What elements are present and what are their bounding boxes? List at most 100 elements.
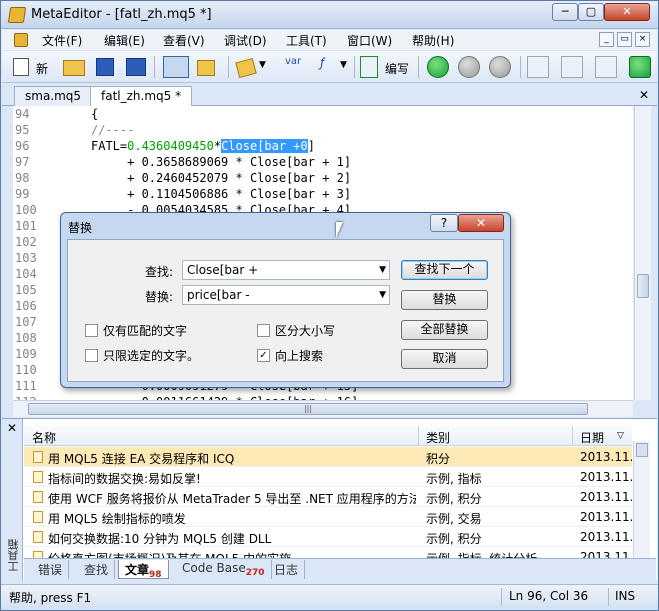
help-button[interactable]: ?: [430, 214, 458, 232]
tab-label: 文章: [125, 563, 150, 577]
title-bar[interactable]: MetaEditor - [fatl_zh.mq5 *] ─ ▢ ✕: [1, 1, 658, 29]
menu-file[interactable]: 文件(F): [42, 32, 82, 49]
article-icon: [33, 471, 43, 483]
selection-only-label[interactable]: 只限选定的文字。: [103, 347, 199, 364]
table-row[interactable]: 如何交换数据:10 分钟为 MQL5 创建 DLL 示例, 积分 2013.11..…: [24, 527, 632, 547]
pause-icon[interactable]: [458, 56, 480, 78]
step-over-icon[interactable]: [561, 56, 583, 78]
toolbox-tab[interactable]: Code Base270: [176, 560, 272, 579]
replace-input[interactable]: price[bar - ▼: [182, 285, 390, 305]
run-to-cursor-icon[interactable]: [629, 56, 651, 78]
code-line[interactable]: {: [91, 107, 98, 121]
maximize-button[interactable]: ▢: [578, 3, 604, 21]
compile-label[interactable]: 编写: [385, 60, 409, 77]
list-vertical-scrollbar[interactable]: [633, 441, 650, 558]
whole-word-label[interactable]: 仅有匹配的文字: [103, 322, 187, 339]
toolbox-toggle-icon[interactable]: [197, 60, 215, 76]
selection-only-checkbox[interactable]: [85, 349, 98, 362]
match-case-label[interactable]: 区分大小写: [275, 322, 335, 339]
whole-word-checkbox[interactable]: [85, 324, 98, 337]
style-icon[interactable]: [235, 57, 257, 79]
toolbox-vertical-label: 工具箱: [7, 539, 20, 572]
menu-edit[interactable]: 编辑(E): [104, 32, 145, 49]
find-input[interactable]: Close[bar + ▼: [182, 260, 390, 280]
sort-filter-icon[interactable]: ▽: [617, 431, 624, 441]
insert-function-icon[interactable]: ƒ: [320, 56, 324, 70]
toolbox-tab[interactable]: 错误: [32, 560, 70, 579]
close-button[interactable]: ✕: [604, 3, 650, 21]
cancel-button[interactable]: 取消: [401, 349, 488, 369]
menu-help[interactable]: 帮助(H): [412, 32, 454, 49]
scroll-thumb[interactable]: |||: [28, 403, 588, 415]
find-next-button[interactable]: 查找下一个: [401, 260, 488, 280]
play-icon[interactable]: [427, 56, 449, 78]
code-line[interactable]: + 0.2460452079 * Close[bar + 2]: [91, 171, 351, 185]
column-category[interactable]: 类别: [426, 429, 450, 446]
editor-vertical-scrollbar[interactable]: [634, 106, 651, 400]
toolbox-tab[interactable]: 日志: [268, 560, 306, 579]
chevron-down-icon[interactable]: ▼: [340, 60, 347, 70]
chevron-down-icon[interactable]: ▼: [379, 290, 386, 300]
save-icon[interactable]: [96, 58, 114, 76]
step-out-icon[interactable]: [595, 56, 617, 78]
menu-window[interactable]: 窗口(W): [347, 32, 392, 49]
column-divider[interactable]: [418, 426, 419, 446]
replace-all-button[interactable]: 全部替换: [401, 320, 488, 340]
column-name[interactable]: 名称: [32, 429, 56, 446]
compile-icon[interactable]: [360, 56, 378, 78]
code-line[interactable]: + 0.1104506886 * Close[bar + 3]: [91, 187, 351, 201]
new-label[interactable]: 新: [36, 60, 48, 77]
toolbar-separator: [354, 56, 355, 78]
tab-fatl-zh-mq5[interactable]: fatl_zh.mq5 *: [90, 86, 193, 107]
search-up-label[interactable]: 向上搜索: [275, 347, 323, 364]
toolbar-separator: [520, 56, 521, 78]
line-number: 97: [15, 155, 30, 169]
code-line[interactable]: FATL=0.4360409450*Close[bar +0]: [91, 139, 315, 153]
toolbox-tab[interactable]: 文章98: [118, 560, 169, 580]
code-token: 0: [300, 139, 308, 153]
match-case-checkbox[interactable]: [257, 324, 270, 337]
close-icon[interactable]: ✕: [7, 421, 17, 435]
menu-debug[interactable]: 调试(D): [224, 32, 267, 49]
new-file-icon[interactable]: [13, 58, 29, 76]
mdi-close-button[interactable]: ×: [635, 32, 650, 47]
scroll-thumb[interactable]: [637, 274, 649, 298]
mdi-restore-button[interactable]: ▭: [617, 32, 632, 47]
line-number: 104: [15, 267, 37, 281]
save-all-icon[interactable]: [126, 58, 146, 76]
chevron-down-icon[interactable]: ▼: [259, 60, 266, 70]
file-tabs: sma.mq5 fatl_zh.mq5 * ✕: [2, 84, 657, 107]
tab-sma-mq5[interactable]: sma.mq5: [14, 86, 93, 106]
tab-label: 错误: [38, 563, 63, 577]
search-up-checkbox[interactable]: ✓: [257, 349, 270, 362]
line-number: 111: [15, 379, 37, 393]
replace-button[interactable]: 替换: [401, 290, 488, 310]
mouse-cursor-icon: [336, 222, 343, 238]
mdi-minimize-button[interactable]: _: [599, 32, 614, 47]
menu-view[interactable]: 查看(V): [163, 32, 205, 49]
dialog-close-button[interactable]: ✕: [458, 214, 504, 232]
step-into-icon[interactable]: [527, 56, 549, 78]
chevron-down-icon[interactable]: ▼: [379, 265, 386, 275]
minimize-button[interactable]: ─: [552, 3, 578, 21]
navigator-toggle-icon[interactable]: [163, 56, 189, 78]
menu-tools[interactable]: 工具(T): [286, 32, 327, 49]
insert-variable-icon[interactable]: var: [285, 56, 301, 67]
table-row[interactable]: 指标间的数据交换:易如反掌! 示例, 指标 2013.11...: [24, 467, 632, 487]
close-tab-icon[interactable]: ✕: [639, 88, 649, 102]
table-row[interactable]: 用 MQL5 连接 EA 交易程序和 ICQ 积分 2013.11...: [24, 447, 632, 467]
column-divider[interactable]: [572, 426, 573, 446]
code-line[interactable]: + 0.3658689069 * Close[bar + 1]: [91, 155, 351, 169]
toolbox-tab[interactable]: 查找: [78, 560, 116, 579]
scroll-thumb[interactable]: [636, 443, 648, 457]
table-row[interactable]: 用 MQL5 绘制指标的喷发 示例, 交易 2013.11...: [24, 507, 632, 527]
open-folder-icon[interactable]: [63, 60, 85, 76]
article-name: 指标间的数据交换:易如反掌!: [48, 472, 201, 486]
tab-count-badge: 270: [245, 568, 265, 578]
document-icon[interactable]: [14, 33, 28, 47]
column-date[interactable]: 日期: [580, 429, 604, 446]
table-row[interactable]: 使用 WCF 服务将报价从 MetaTrader 5 导出至 .NET 应用程序…: [24, 487, 632, 507]
editor-horizontal-scrollbar[interactable]: |||: [13, 400, 633, 417]
stop-icon[interactable]: [489, 56, 511, 78]
code-line[interactable]: //----: [91, 123, 134, 137]
